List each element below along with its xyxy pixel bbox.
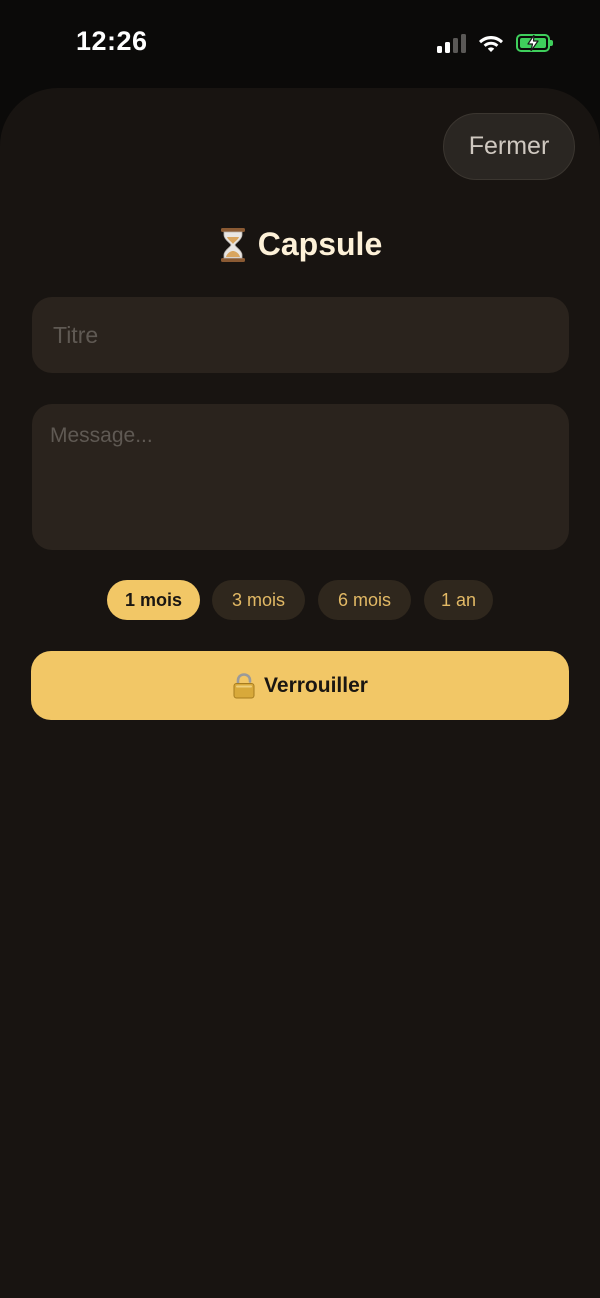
duration-chip-1-year[interactable]: 1 an xyxy=(424,580,493,620)
cellular-signal-icon xyxy=(437,33,466,53)
duration-chip-6-months[interactable]: 6 mois xyxy=(318,580,411,620)
title-text: Capsule xyxy=(257,226,383,262)
wifi-icon xyxy=(479,36,503,52)
page-title: Capsule xyxy=(0,226,600,263)
status-icons xyxy=(437,31,553,55)
status-bar: 12:26 xyxy=(0,0,600,88)
duration-chip-1-month[interactable]: 1 mois xyxy=(107,580,200,620)
capsule-sheet: Fermer Capsule 1 mois 3 mois 6 mois 1 an xyxy=(0,88,600,1298)
lock-button[interactable]: Verrouiller xyxy=(31,651,569,720)
screen: 12:26 Fermer Capsule Titre Message... 1 … xyxy=(0,0,600,1298)
hourglass-icon xyxy=(220,227,245,262)
lock-button-label: Verrouiller xyxy=(264,673,368,697)
duration-selector: 1 mois 3 mois 6 mois 1 an xyxy=(0,580,600,620)
lock-icon xyxy=(233,672,255,698)
battery-icon xyxy=(516,34,553,52)
status-time: 12:26 xyxy=(76,26,148,56)
duration-chip-3-months[interactable]: 3 mois xyxy=(212,580,305,620)
title-input[interactable] xyxy=(32,297,569,373)
message-input[interactable] xyxy=(32,404,569,550)
close-button[interactable]: Fermer xyxy=(443,113,575,180)
